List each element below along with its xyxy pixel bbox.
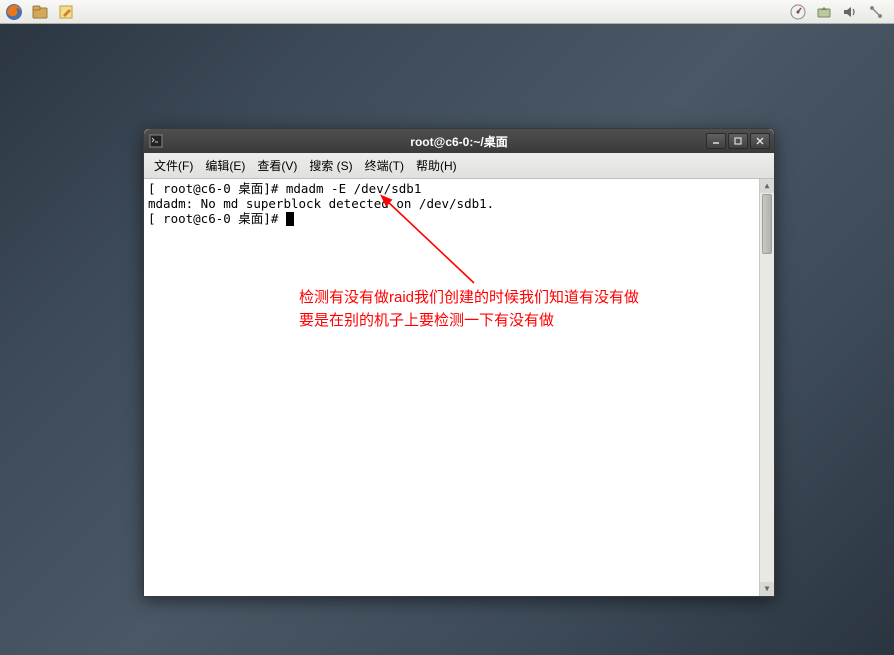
taskbar-left [4,2,76,22]
terminal-line: [ root@c6-0 桌面]# mdadm -E /dev/sdb1 [148,181,770,196]
minimize-button[interactable] [706,133,726,149]
terminal-icon [148,133,164,149]
annotation-line2: 要是在别的机子上要检测一下有没有做 [299,310,639,333]
update-icon[interactable] [814,2,834,22]
menu-terminal[interactable]: 终端(T) [359,154,410,177]
menu-edit[interactable]: 编辑(E) [199,154,251,177]
annotation-text: 检测有没有做raid我们创建的时候我们知道有没有做 要是在别的机子上要检测一下有… [299,287,639,332]
window-title: root@c6-0:~/桌面 [410,133,507,150]
terminal-menubar: 文件(F) 编辑(E) 查看(V) 搜索 (S) 终端(T) 帮助(H) [144,153,774,179]
network-icon[interactable] [866,2,886,22]
annotation-line1: 检测有没有做raid我们创建的时候我们知道有没有做 [299,287,639,310]
terminal-content[interactable]: [ root@c6-0 桌面]# mdadm -E /dev/sdb1 mdad… [144,179,774,596]
terminal-cursor [286,212,294,226]
taskbar-right [788,2,890,22]
terminal-line: [ root@c6-0 桌面]# [148,211,770,226]
notepad-icon[interactable] [56,2,76,22]
prompt-text: [ root@c6-0 桌面]# [148,211,286,226]
scrollbar-thumb[interactable] [762,194,772,254]
firefox-icon[interactable] [4,2,24,22]
close-button[interactable] [750,133,770,149]
scrollbar-down-button[interactable]: ▼ [760,582,774,596]
window-controls [706,133,770,149]
window-titlebar[interactable]: root@c6-0:~/桌面 [144,129,774,153]
system-taskbar [0,0,894,24]
menu-help[interactable]: 帮助(H) [410,154,463,177]
scrollbar-up-button[interactable]: ▲ [760,179,774,193]
terminal-scrollbar[interactable]: ▲ ▼ [759,179,774,596]
speedometer-icon[interactable] [788,2,808,22]
terminal-line: mdadm: No md superblock detected on /dev… [148,196,770,211]
terminal-window: root@c6-0:~/桌面 文件(F) 编辑(E) 查看(V) 搜索 (S) … [143,128,775,597]
volume-icon[interactable] [840,2,860,22]
maximize-button[interactable] [728,133,748,149]
menu-view[interactable]: 查看(V) [251,154,303,177]
menu-file[interactable]: 文件(F) [148,154,199,177]
menu-search[interactable]: 搜索 (S) [303,154,358,177]
file-manager-icon[interactable] [30,2,50,22]
